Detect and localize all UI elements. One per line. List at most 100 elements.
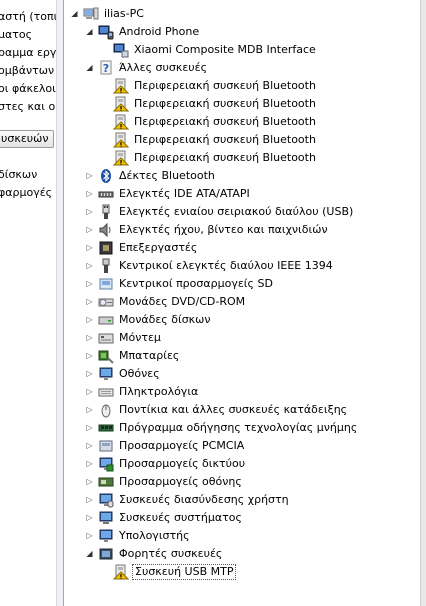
tree-item-label: Περιφερειακή συσκευή Bluetooth (134, 133, 316, 146)
tree-category[interactable]: ▷ Ελεγκτές ήχου, βίντεο και παιχνιδιών (85, 221, 330, 239)
tree-category[interactable]: ◢? Άλλες συσκευές (85, 59, 209, 77)
expand-arrow-icon[interactable]: ▷ (85, 405, 94, 415)
tree-category[interactable]: ▷ Κεντρικοί προσαρμογείς SD (85, 275, 275, 293)
tree-category[interactable]: ▷ Μονάδες δίσκων (85, 311, 213, 329)
collapse-arrow-icon[interactable]: ◢ (85, 549, 94, 559)
warning-device-icon (113, 150, 129, 166)
expand-arrow-icon[interactable]: ▷ (85, 495, 94, 505)
tree-category[interactable]: ◢ Φορητές συσκευές (85, 545, 224, 563)
tree-item-label: Περιφερειακή συσκευή Bluetooth (134, 97, 316, 110)
tree-category[interactable]: ▷ Συσκευές διασύνδεσης χρήστη (85, 491, 291, 509)
expand-arrow-icon[interactable]: ▷ (85, 333, 94, 343)
pcmcia-icon (98, 438, 114, 454)
expand-arrow-icon[interactable]: ▷ (85, 189, 94, 199)
tree-device[interactable]: Περιφερειακή συσκευή Bluetooth (100, 131, 318, 149)
expand-arrow-icon[interactable]: ▷ (85, 477, 94, 487)
expand-arrow-icon[interactable]: ▷ (85, 459, 94, 469)
left-navigation-pane: αστή (τοπικόματοςραμμα εργασομβάντωνοι φ… (0, 0, 56, 606)
tree-device[interactable]: Περιφερειακή συσκευή Bluetooth (100, 77, 318, 95)
pane-splitter[interactable] (56, 0, 64, 606)
tree-device[interactable]: Περιφερειακή συσκευή Bluetooth (100, 95, 318, 113)
expand-arrow-icon[interactable]: ▷ (85, 423, 94, 433)
speaker-icon (98, 222, 114, 238)
expand-arrow-icon[interactable]: ▷ (85, 531, 94, 541)
expand-arrow-icon[interactable]: ▷ (85, 171, 94, 181)
sd-card-icon (98, 276, 114, 292)
tree-category[interactable]: ▷ Ποντίκια και άλλες συσκευές κατάδειξης (85, 401, 349, 419)
pc-icon (83, 6, 99, 22)
tree-category[interactable]: ▷ Μπαταρίες (85, 347, 181, 365)
tree-item-label: Πληκτρολόγια (119, 385, 199, 398)
expand-arrow-icon[interactable]: ▷ (85, 261, 94, 271)
nav-pane-item[interactable]: ομβάντων (0, 62, 54, 80)
expand-arrow-icon[interactable]: ▷ (85, 441, 94, 451)
nav-pane-item[interactable]: φαρμογές (0, 184, 52, 202)
tree-item-label: Ελεγκτές ήχου, βίντεο και παιχνιδιών (119, 223, 328, 236)
tree-category[interactable]: ▷ Επεξεργαστές (85, 239, 199, 257)
expand-arrow-icon[interactable]: ▷ (85, 369, 94, 379)
dvd-drive-icon (98, 294, 114, 310)
tree-category[interactable]: ▷ Μονάδες DVD/CD-ROM (85, 293, 247, 311)
collapse-arrow-icon[interactable]: ◢ (70, 9, 79, 19)
expand-arrow-icon[interactable]: ▷ (85, 279, 94, 289)
nav-pane-item[interactable]: οι φάκελοι (0, 80, 56, 98)
tree-category[interactable]: ▷ Υπολογιστής (85, 527, 192, 545)
tree-device[interactable]: Περιφερειακή συσκευή Bluetooth (100, 149, 318, 167)
tree-category[interactable]: ▷ Πληκτρολόγια (85, 383, 200, 401)
collapse-arrow-icon[interactable]: ◢ (85, 63, 94, 73)
expand-arrow-icon[interactable]: ▷ (85, 315, 94, 325)
tree-item-label: Επεξεργαστές (119, 241, 198, 254)
tree-category[interactable]: ▷ Προσαρμογείς PCMCIA (85, 437, 246, 455)
tree-device[interactable]: Συσκευή USB MTP (100, 563, 237, 581)
tree-item-label: Μονάδες DVD/CD-ROM (119, 295, 246, 308)
device-manager-nav-button[interactable]: υσκευών (0, 130, 54, 148)
network-adapter-icon (98, 456, 114, 472)
expand-arrow-icon[interactable]: ▷ (85, 513, 94, 523)
tree-category[interactable]: ▷ Οθόνες (85, 365, 162, 383)
warning-device-icon (113, 114, 129, 130)
tree-category[interactable]: ▷ Συσκευές συστήματος (85, 509, 244, 527)
collapse-arrow-icon[interactable]: ◢ (85, 27, 94, 37)
tree-root-computer[interactable]: ◢ ilias-PC (70, 5, 146, 23)
device-icon (113, 42, 129, 58)
device-tree: ◢ ilias-PC ◢ Android Phone Xiaomi Composite … (64, 0, 420, 606)
tree-category[interactable]: ▷ Προσαρμογείς δικτύου (85, 455, 247, 473)
tree-category[interactable]: ◢ Android Phone (85, 23, 201, 41)
tree-category[interactable]: ▷ Ελεγκτές IDE ATA/ATAPI (85, 185, 252, 203)
expand-arrow-icon[interactable]: ▷ (85, 351, 94, 361)
tree-category[interactable]: ▷ Ελεγκτές ενιαίου σειριακού διαύλου (USB… (85, 203, 355, 221)
tree-item-label: Μπαταρίες (119, 349, 180, 362)
nav-pane-item[interactable]: αστή (τοπικό (0, 8, 56, 26)
monitor-icon (98, 366, 114, 382)
tree-category[interactable]: ▷ Μόντεμ (85, 329, 163, 347)
expand-arrow-icon[interactable]: ▷ (85, 207, 94, 217)
tree-item-label: Δέκτες Bluetooth (119, 169, 215, 182)
warning-device-icon (113, 96, 129, 112)
tree-device[interactable]: Περιφερειακή συσκευή Bluetooth (100, 113, 318, 131)
tree-category[interactable]: ▷ Πρόγραμμα οδήγησης τεχνολογίας μνήμης (85, 419, 359, 437)
nav-pane-item[interactable]: δίσκων (0, 166, 37, 184)
expand-arrow-icon[interactable]: ▷ (85, 225, 94, 235)
unknown-device-icon: ? (98, 60, 114, 76)
tree-item-label: Φορητές συσκευές (119, 547, 223, 560)
nav-pane-item[interactable]: ραμμα εργασ (0, 44, 56, 62)
expand-arrow-icon[interactable]: ▷ (85, 387, 94, 397)
tree-item-label: Περιφερειακή συσκευή Bluetooth (134, 151, 316, 164)
tree-category[interactable]: ▷ Κεντρικοί ελεγκτές διαύλου IEEE 1394 (85, 257, 335, 275)
tree-category[interactable]: ▷ Προσαρμογείς οθόνης (85, 473, 244, 491)
expand-arrow-icon[interactable]: ▷ (85, 243, 94, 253)
hid-icon (98, 492, 114, 508)
warning-device-icon (113, 132, 129, 148)
nav-pane-item[interactable]: στες και ομ (0, 98, 56, 116)
tree-item-label: Προσαρμογείς δικτύου (119, 457, 246, 470)
tree-device[interactable]: Xiaomi Composite MDB Interface (100, 41, 318, 59)
expand-arrow-icon[interactable]: ▷ (85, 297, 94, 307)
vertical-scrollbar[interactable] (420, 0, 426, 606)
nav-pane-item[interactable]: ματος (0, 26, 32, 44)
modem-icon (98, 330, 114, 346)
tree-category[interactable]: ▷ Δέκτες Bluetooth (85, 167, 217, 185)
